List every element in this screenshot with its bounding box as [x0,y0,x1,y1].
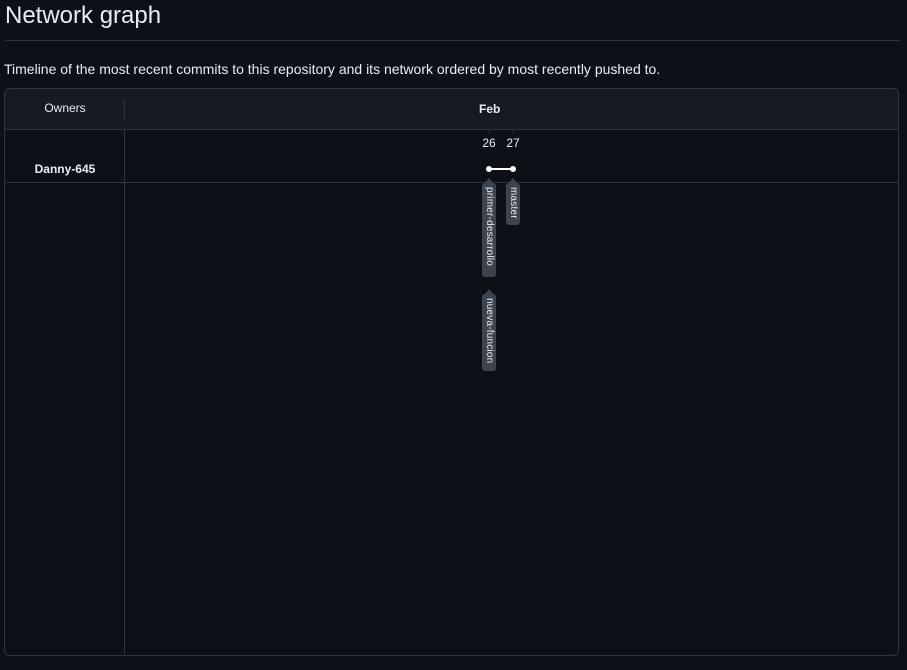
branch-label-nueva-funcion[interactable]: nueva-funcion [482,289,496,371]
page-title: Network graph [5,2,162,29]
commit-dot[interactable] [510,166,516,172]
network-graph[interactable]: Owners Feb 26 27 Danny-645 primer-desarr… [4,88,899,656]
branch-label-master[interactable]: master [506,178,520,225]
commit-graph [486,166,516,172]
commit-dot[interactable] [486,166,492,172]
title-divider [5,40,900,41]
page-description: Timeline of the most recent commits to t… [4,61,661,77]
branch-label-primer-desarrollo[interactable]: primer-desarrollo [482,178,496,277]
